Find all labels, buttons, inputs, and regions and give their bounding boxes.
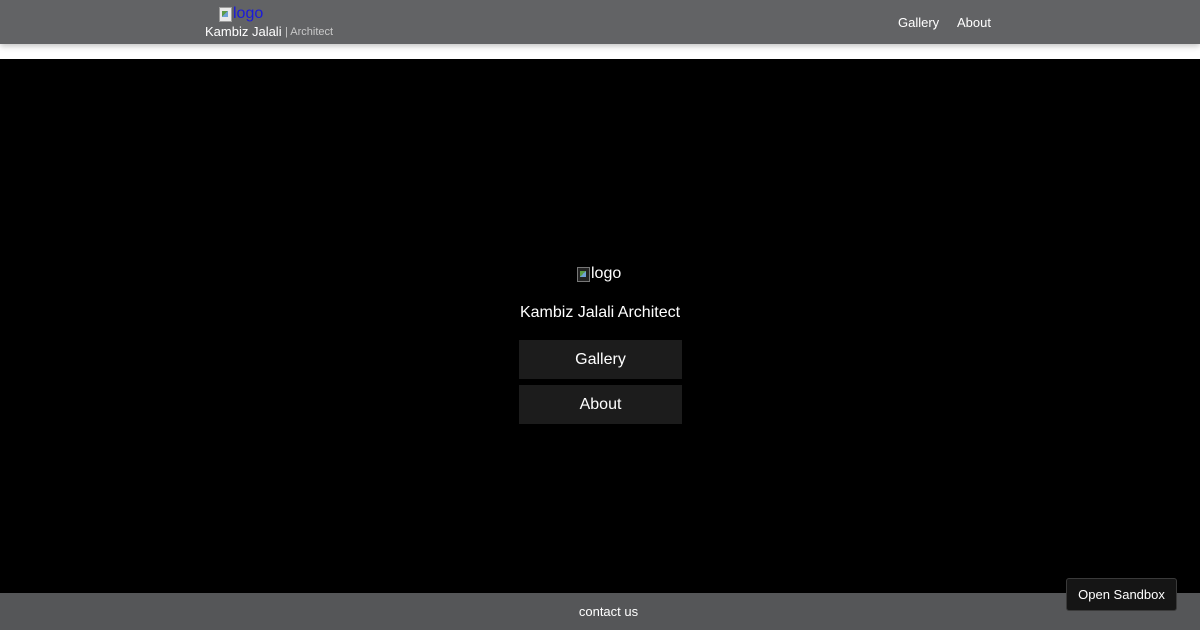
nav-about-link[interactable]: About bbox=[957, 14, 991, 32]
hero-logo-alt-text: logo bbox=[591, 265, 622, 282]
top-navbar: logo Kambiz Jalali | Architect Gallery A… bbox=[0, 0, 1200, 44]
contact-us-link[interactable]: contact us bbox=[0, 604, 1200, 620]
broken-image-icon bbox=[219, 6, 232, 22]
hero-logo: logo bbox=[577, 264, 621, 284]
broken-image-icon bbox=[577, 266, 590, 282]
header-logo-link[interactable]: logo bbox=[219, 5, 263, 23]
hero-section: logo Kambiz Jalali Architect Gallery Abo… bbox=[0, 59, 1200, 593]
hero-about-button[interactable]: About bbox=[519, 385, 682, 424]
open-sandbox-button[interactable]: Open Sandbox bbox=[1066, 578, 1177, 611]
brand-subtitle: | Architect bbox=[285, 26, 334, 38]
hero-title: Kambiz Jalali Architect bbox=[519, 304, 681, 321]
header-logo-alt-text: logo bbox=[233, 5, 264, 22]
footer: contact us bbox=[0, 593, 1200, 630]
hero-gallery-button[interactable]: Gallery bbox=[519, 340, 682, 379]
brand-name[interactable]: Kambiz Jalali bbox=[205, 24, 282, 40]
nav-gallery-link[interactable]: Gallery bbox=[898, 14, 939, 32]
header-spacer bbox=[0, 44, 1200, 59]
